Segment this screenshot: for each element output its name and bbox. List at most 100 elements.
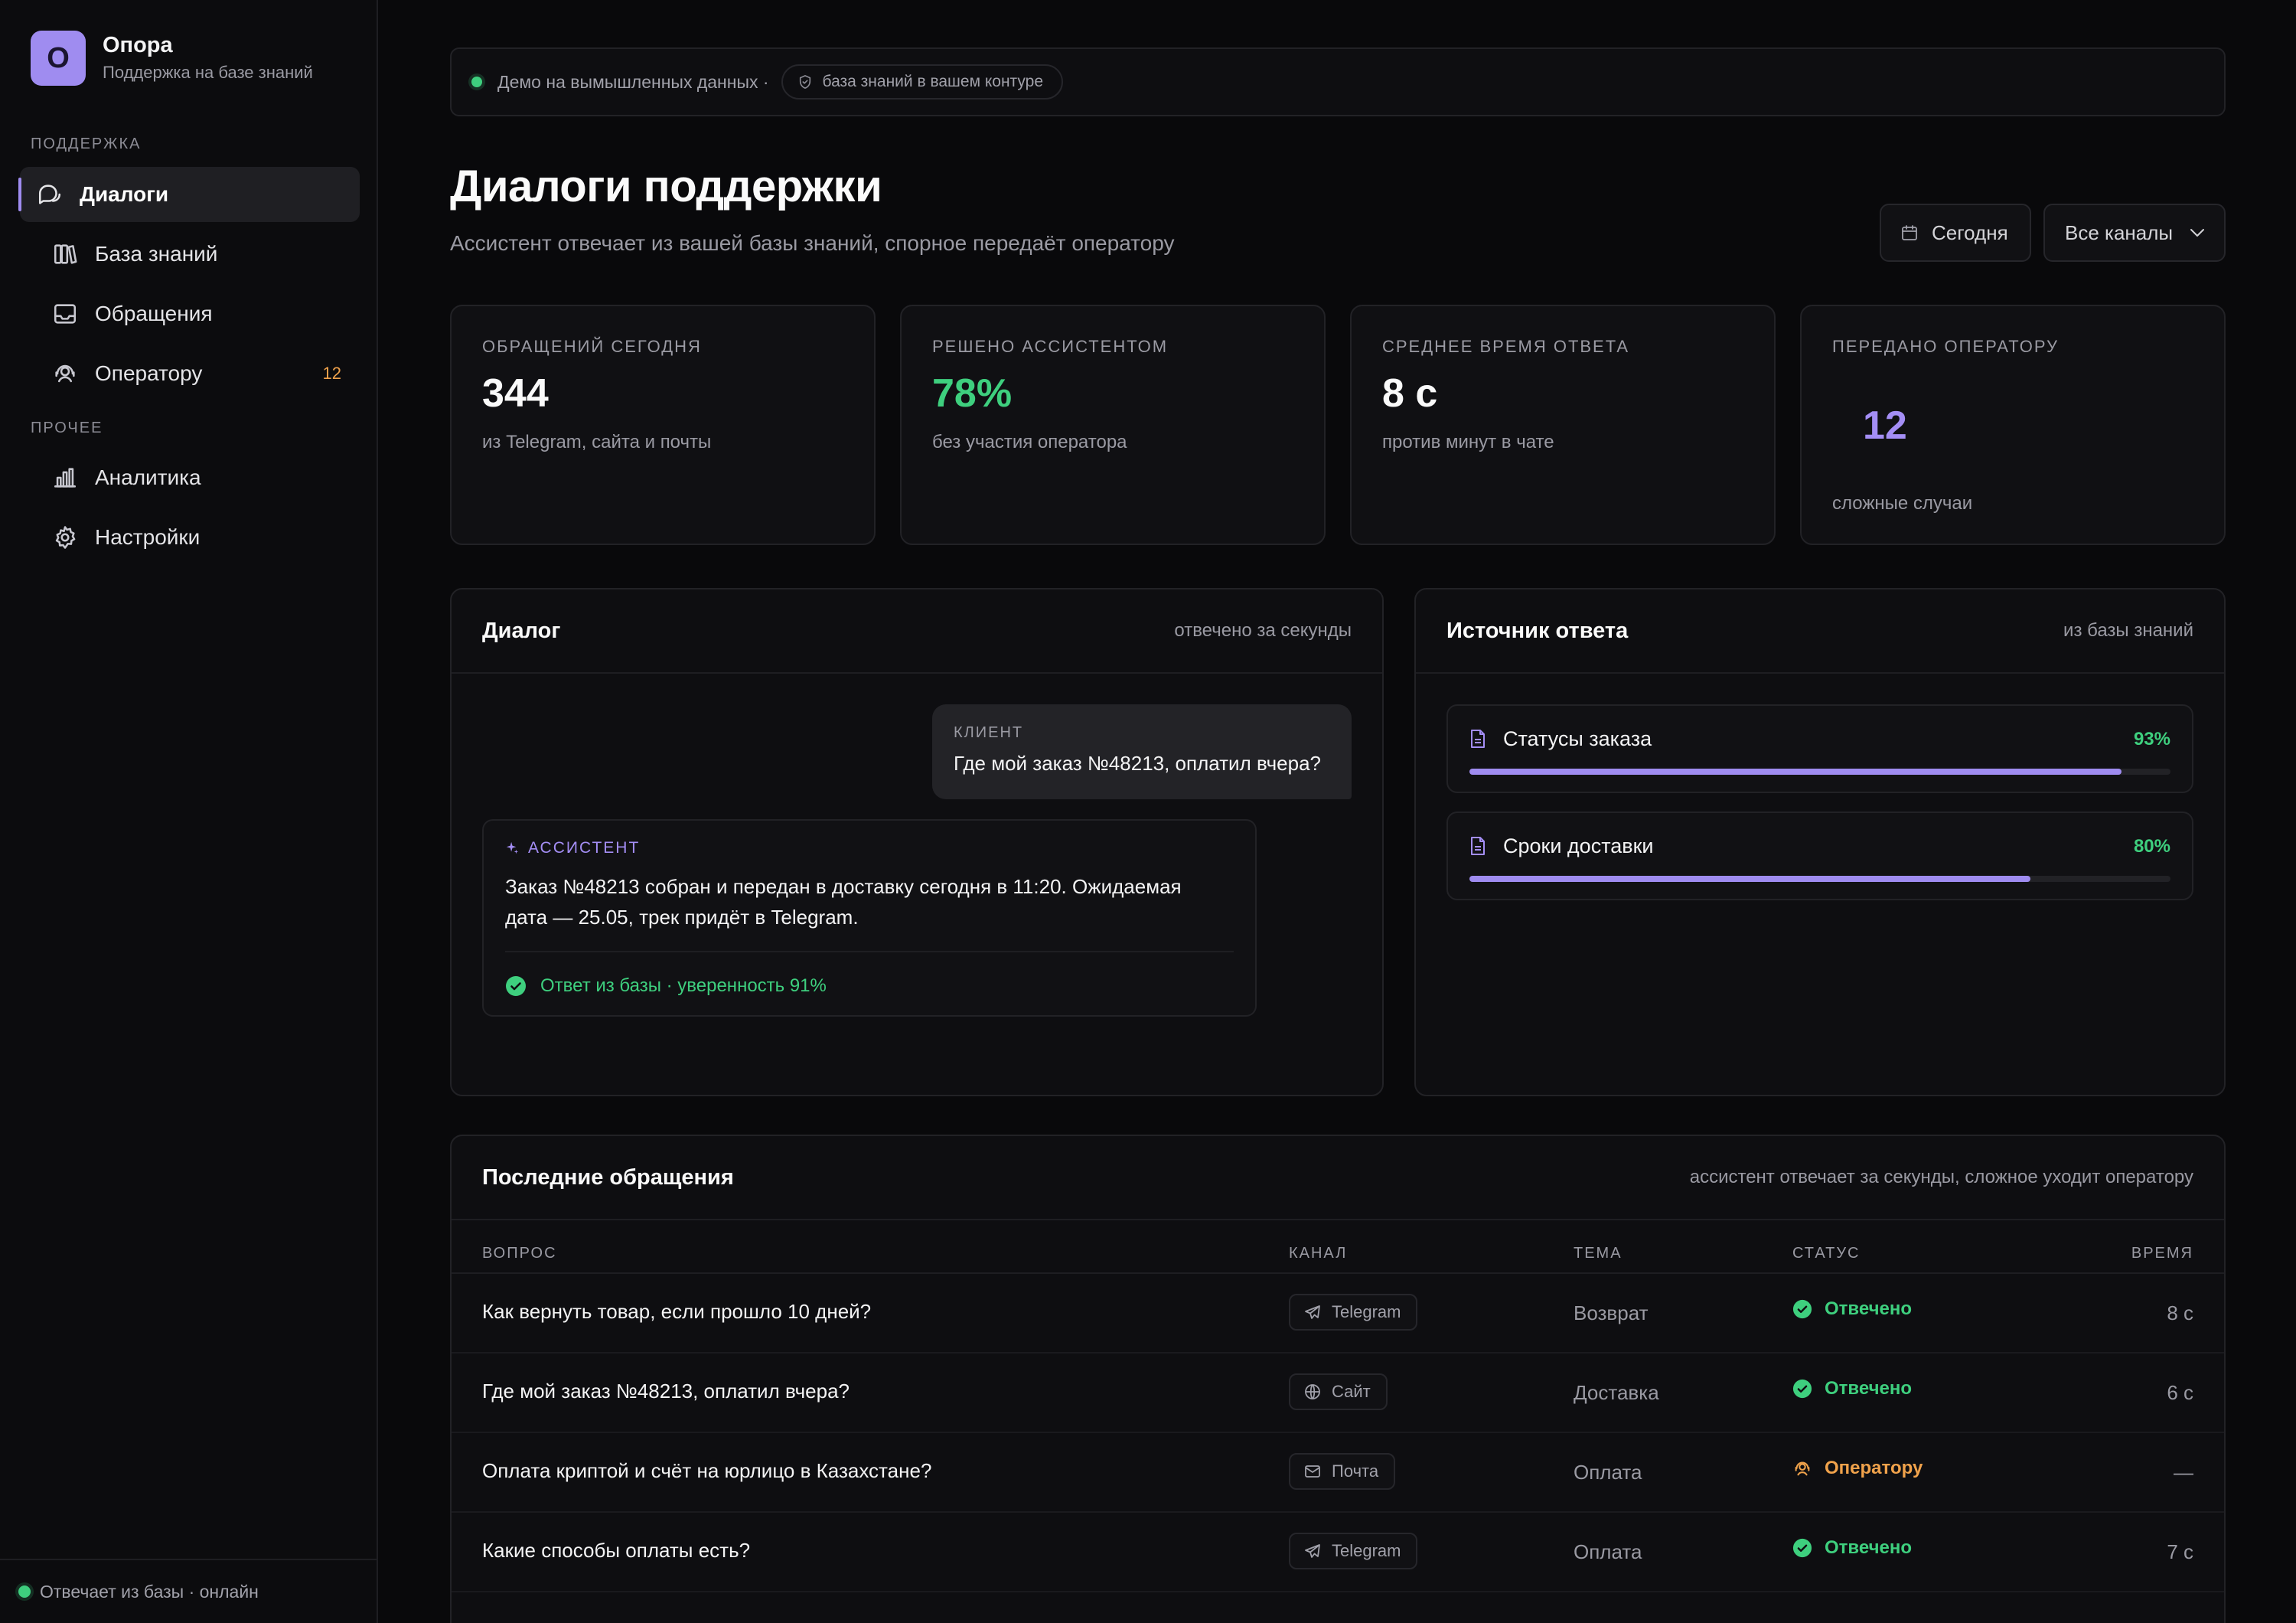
- panel-title: Последние обращения: [482, 1165, 734, 1190]
- kpi-value: 344: [482, 371, 549, 416]
- dialog-panel: Диалог отвечено за секунды КЛИЕНТ Где мо…: [450, 588, 1384, 1096]
- answer-source-panel: Источник ответа из базы знаний Статусы з…: [1414, 588, 2226, 1096]
- column-header-topic[interactable]: ТЕМА: [1574, 1245, 1623, 1262]
- brand-subtitle: Поддержка на базе знаний: [103, 63, 313, 82]
- topic-cell: Возврат: [1574, 1301, 1649, 1324]
- sparkle-icon: [506, 841, 519, 854]
- check-circle-icon: [1792, 1538, 1812, 1558]
- column-header-status[interactable]: СТАТУС: [1792, 1245, 1860, 1262]
- knowledge-base-chip: база знаний в вашем контуре: [781, 64, 1064, 100]
- client-message: КЛИЕНТ Где мой заказ №48213, оплатил вче…: [932, 704, 1352, 799]
- sidebar-item-settings[interactable]: Настройки: [20, 510, 360, 565]
- status-text: Отвечено: [1825, 1298, 1913, 1319]
- status-text: Отвечено: [1825, 1378, 1913, 1399]
- question-cell: Как вернуть товар, если прошло 10 дней?: [482, 1300, 872, 1323]
- table-row[interactable]: Оплата криптой и счёт на юрлицо в Казахс…: [452, 1433, 2224, 1513]
- sidebar-item-label: Диалоги: [80, 182, 169, 206]
- answer-confidence: Ответ из базы · уверенность 91%: [505, 975, 827, 997]
- sidebar-item-analytics[interactable]: Аналитика: [20, 450, 360, 505]
- status-text: Отвечено: [1825, 1537, 1913, 1558]
- brand[interactable]: О Опора Поддержка на базе знаний: [31, 31, 313, 86]
- table-row[interactable]: Какие способы оплаты есть? Telegram Опла…: [452, 1513, 2224, 1592]
- channel-filter-label: Все каналы: [2065, 220, 2174, 244]
- assistant-role-text: АССИСТЕНТ: [528, 839, 641, 857]
- demo-banner: Демо на вымышленных данных · база знаний…: [450, 47, 2226, 116]
- kpi-card-requests-today: Обращений сегодня 344 из Telegram, сайта…: [450, 305, 876, 545]
- brand-logo: О: [31, 31, 86, 86]
- table-row[interactable]: Где мой заказ №48213, оплатил вчера? Сай…: [452, 1354, 2224, 1433]
- inbox-icon: [54, 304, 77, 324]
- divider: [505, 951, 1234, 952]
- source-match-bar: [1469, 876, 2170, 882]
- column-header-channel[interactable]: КАНАЛ: [1289, 1245, 1347, 1262]
- kpi-label: Решено ассистентом: [932, 337, 1169, 356]
- panel-header: Последние обращения ассистент отвечает з…: [452, 1136, 2224, 1220]
- knowledge-base-chip-text: база знаний в вашем контуре: [822, 73, 1044, 90]
- panel-meta: из базы знаний: [2063, 620, 2193, 641]
- sidebar-item-requests[interactable]: Обращения: [20, 286, 360, 341]
- date-filter-label: Сегодня: [1932, 220, 2008, 244]
- topic-cell: Оплата: [1574, 1461, 1642, 1484]
- client-message-text: Где мой заказ №48213, оплатил вчера?: [954, 752, 1322, 775]
- panel-title: Источник ответа: [1446, 619, 1629, 643]
- sidebar-item-dialogs[interactable]: Диалоги: [18, 167, 360, 222]
- source-name: Сроки доставки: [1503, 834, 1654, 857]
- nav-section-support: ПОДДЕРЖКА: [31, 136, 142, 152]
- bar-chart-icon: [54, 468, 77, 488]
- time-cell: 6 с: [2167, 1381, 2193, 1404]
- kpi-card-handed-to-operator: Передано оператору 12 сложные случаи: [1800, 305, 2226, 545]
- kpi-value: 12: [1863, 403, 1907, 448]
- channel-chip: Telegram: [1289, 1533, 1418, 1569]
- time-cell: —: [2174, 1461, 2193, 1484]
- kpi-note: без участия оператора: [932, 432, 1127, 452]
- globe-icon: [1305, 1384, 1320, 1399]
- sidebar-item-knowledge-base[interactable]: База знаний: [20, 227, 360, 282]
- source-match-bar: [1469, 769, 2170, 775]
- kpi-value: 78%: [932, 371, 1013, 416]
- column-header-question[interactable]: ВОПРОС: [482, 1245, 557, 1262]
- table-row[interactable]: Как вернуть товар, если прошло 10 дней? …: [452, 1274, 2224, 1354]
- sidebar-item-operator[interactable]: Оператору 12: [20, 346, 360, 401]
- panel-header: Источник ответа из базы знаний: [1416, 589, 2224, 674]
- sidebar-item-label: Оператору: [95, 361, 203, 385]
- kpi-card-avg-response-time: Среднее время ответа 8 с против минут в …: [1350, 305, 1776, 545]
- nav-section-other: ПРОЧЕЕ: [31, 420, 103, 436]
- status-badge: Оператору: [1792, 1458, 1923, 1479]
- channel-filter-select[interactable]: Все каналы: [2043, 204, 2226, 262]
- books-icon: [54, 244, 77, 264]
- check-circle-icon: [506, 976, 526, 996]
- sidebar-item-label: Аналитика: [95, 465, 201, 489]
- source-card[interactable]: Сроки доставки 80%: [1446, 812, 2193, 900]
- check-circle-icon: [1792, 1299, 1812, 1319]
- source-match-percent: 93%: [2133, 729, 2170, 749]
- channel-chip: Telegram: [1289, 1294, 1418, 1331]
- telegram-icon: [1305, 1305, 1320, 1319]
- operator-count-badge: 12: [322, 364, 341, 383]
- status-badge: Отвечено: [1792, 1537, 1912, 1559]
- source-card[interactable]: Статусы заказа 93%: [1446, 704, 2193, 793]
- source-name: Статусы заказа: [1503, 727, 1652, 750]
- source-match-percent: 80%: [2133, 836, 2170, 857]
- channel-name: Telegram: [1332, 1302, 1401, 1321]
- status-text: Оператору: [1825, 1458, 1923, 1478]
- brand-text: Опора Поддержка на базе знаний: [103, 32, 313, 84]
- online-status-dot: [18, 1585, 31, 1598]
- document-icon: [1471, 837, 1485, 855]
- date-filter-button[interactable]: Сегодня: [1880, 204, 2031, 262]
- panel-header: Диалог отвечено за секунды: [452, 589, 1382, 674]
- question-cell: Где мой заказ №48213, оплатил вчера?: [482, 1380, 850, 1403]
- kpi-label: Передано оператору: [1832, 337, 2060, 356]
- assistant-role-label: АССИСТЕНТ: [505, 839, 640, 857]
- panel-meta: отвечено за секунды: [1174, 620, 1352, 641]
- shield-icon: [799, 75, 810, 89]
- operator-icon: [55, 364, 75, 383]
- column-header-time[interactable]: ВРЕМЯ: [2131, 1245, 2193, 1262]
- source-match-fill: [1469, 876, 2030, 882]
- page-title: Диалоги поддержки: [450, 162, 882, 211]
- sidebar-item-label: Обращения: [95, 302, 213, 325]
- topic-cell: Доставка: [1574, 1381, 1659, 1404]
- channel-chip: Почта: [1289, 1453, 1396, 1490]
- recent-requests-table: Последние обращения ассистент отвечает з…: [450, 1135, 2226, 1623]
- operator-icon: [1795, 1461, 1810, 1476]
- client-role-label: КЛИЕНТ: [954, 724, 1024, 741]
